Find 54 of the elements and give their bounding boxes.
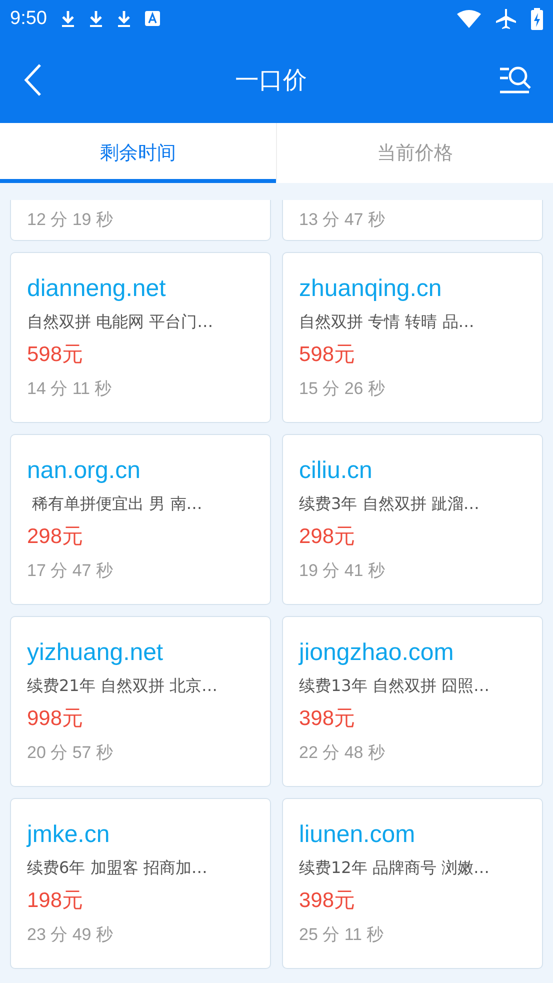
domain-name: dianneng.net — [27, 274, 167, 304]
search-filter-icon[interactable] — [499, 64, 533, 96]
domain-card[interactable]: liunen.com 续费12年 品牌商号 浏嫩… 398元 25 分 11 秒 — [282, 798, 543, 969]
domain-name: zhuanqing.cn — [299, 274, 443, 304]
wifi-icon — [457, 10, 481, 28]
page-title: 一口价 — [235, 65, 307, 96]
domain-description: 续费12年 品牌商号 浏嫩… — [299, 857, 491, 879]
app-notification-icon — [144, 11, 160, 26]
download-icon — [60, 10, 75, 28]
remaining-time: 20 分 57 秒 — [27, 742, 114, 764]
domain-name: jmke.cn — [27, 820, 111, 850]
remaining-time: 19 分 41 秒 — [299, 560, 386, 582]
domain-description: 自然双拼 电能网 平台门… — [27, 311, 214, 333]
battery-icon — [531, 8, 543, 30]
remaining-time: 23 分 49 秒 — [27, 924, 114, 946]
download-icon — [88, 10, 103, 28]
download-icon — [116, 10, 131, 28]
remaining-time: 14 分 11 秒 — [27, 378, 113, 400]
domain-description: 续费13年 自然双拼 囧照… — [299, 675, 491, 697]
price: 398元 — [299, 706, 356, 732]
remaining-time: 25 分 11 秒 — [299, 924, 385, 946]
domain-card[interactable]: dianneng.net 自然双拼 电能网 平台门… 598元 14 分 11 秒 — [10, 252, 271, 423]
domain-card[interactable]: zhuanqing.cn 自然双拼 专情 转晴 品… 598元 15 分 26 秒 — [282, 252, 543, 423]
domain-description: 自然双拼 专情 转晴 品… — [299, 311, 476, 333]
price: 598元 — [299, 342, 356, 368]
remaining-time: 13 分 47 秒 — [299, 209, 386, 231]
domain-description: 续费6年 加盟客 招商加… — [27, 857, 208, 879]
domain-card[interactable]: yizhuang.net 续费21年 自然双拼 北京… 998元 20 分 57 秒 — [10, 616, 271, 787]
price: 398元 — [299, 888, 356, 914]
domain-card[interactable]: jiongzhao.com 续费13年 自然双拼 囧照… 398元 22 分 48 秒 — [282, 616, 543, 787]
domain-card[interactable]: jmke.cn 续费6年 加盟客 招商加… 198元 23 分 49 秒 — [10, 798, 271, 969]
domain-description: 续费21年 自然双拼 北京… — [27, 675, 219, 697]
domain-name: liunen.com — [299, 820, 416, 850]
back-icon[interactable] — [23, 63, 43, 97]
domain-description: 稀有单拼便宜出 男 南… — [31, 493, 204, 515]
status-time: 9:50 — [10, 8, 47, 30]
remaining-time: 12 分 19 秒 — [27, 209, 114, 231]
domain-name: ciliu.cn — [299, 456, 374, 486]
remaining-time: 22 分 48 秒 — [299, 742, 386, 764]
sort-tab[interactable]: 剩余时间 — [0, 123, 276, 183]
price: 998元 — [27, 706, 84, 732]
airplane-icon — [495, 8, 517, 30]
domain-card[interactable]: nan.org.cn 稀有单拼便宜出 男 南… 298元 17 分 47 秒 — [10, 434, 271, 605]
domain-description: 续费3年 自然双拼 跐溜… — [299, 493, 480, 515]
price: 298元 — [27, 524, 84, 550]
domain-name: nan.org.cn — [27, 456, 142, 486]
remaining-time: 15 分 26 秒 — [299, 378, 386, 400]
price: 198元 — [27, 888, 84, 914]
domain-card[interactable]: ciliu.cn 续费3年 自然双拼 跐溜… 298元 19 分 41 秒 — [282, 434, 543, 605]
domain-name: yizhuang.net — [27, 638, 164, 668]
price: 598元 — [27, 342, 84, 368]
domain-name: jiongzhao.com — [299, 638, 455, 668]
price: 298元 — [299, 524, 356, 550]
remaining-time: 17 分 47 秒 — [27, 560, 114, 582]
